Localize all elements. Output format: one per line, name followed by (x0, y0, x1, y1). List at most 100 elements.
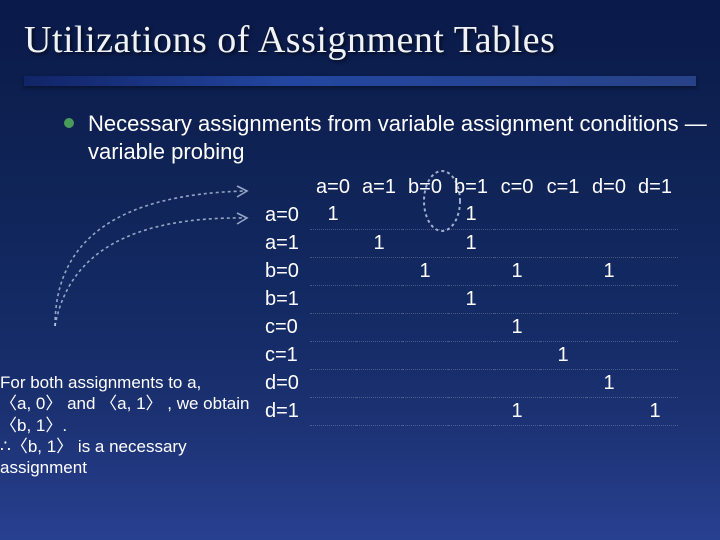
cell (540, 285, 586, 313)
cell: 1 (448, 201, 494, 229)
col-b1: b=1 (448, 173, 494, 201)
cell: 1 (448, 229, 494, 257)
cell (356, 201, 402, 229)
table-row: d=0 1 (262, 369, 678, 397)
table-row: a=0 1 1 (262, 201, 678, 229)
cell (310, 313, 356, 341)
cell (632, 369, 678, 397)
cell (448, 369, 494, 397)
cell (586, 229, 632, 257)
table-header-row: a=0 a=1 b=0 b=1 c=0 c=1 d=0 d=1 (262, 173, 678, 201)
table-row: a=1 1 1 (262, 229, 678, 257)
cell: 1 (310, 201, 356, 229)
col-c1: c=1 (540, 173, 586, 201)
cell (310, 285, 356, 313)
cell (494, 285, 540, 313)
cell (540, 313, 586, 341)
cell (586, 285, 632, 313)
col-b0: b=0 (402, 173, 448, 201)
assignment-table: a=0 a=1 b=0 b=1 c=0 c=1 d=0 d=1 a=0 1 1 (262, 173, 678, 426)
cell (494, 369, 540, 397)
cell (402, 201, 448, 229)
cell (632, 229, 678, 257)
cell (310, 369, 356, 397)
table-row: b=0 1 1 1 (262, 257, 678, 285)
slide-title: Utilizations of Assignment Tables (24, 18, 696, 62)
annot-line4-end: is a necessary (73, 437, 186, 456)
pointer-arrow-icon (45, 156, 275, 336)
cell (632, 257, 678, 285)
cell (402, 369, 448, 397)
annot-pair-a1: 〈a, 1〉 (100, 394, 162, 413)
row-a0: a=0 (262, 201, 310, 229)
cell: 1 (494, 397, 540, 425)
cell (402, 285, 448, 313)
row-b0: b=0 (262, 257, 310, 285)
cell (494, 201, 540, 229)
col-a1: a=1 (356, 173, 402, 201)
cell: 1 (586, 257, 632, 285)
cell: 1 (632, 397, 678, 425)
therefore-symbol: ∴ (0, 437, 11, 456)
cell (632, 313, 678, 341)
annot-line1: For both assignments to a, (0, 372, 250, 393)
cell: 1 (540, 341, 586, 369)
cell: 1 (402, 257, 448, 285)
table-row: c=1 1 (262, 341, 678, 369)
table-row: d=1 1 1 (262, 397, 678, 425)
cell (310, 397, 356, 425)
cell (402, 313, 448, 341)
cell (540, 257, 586, 285)
annot-line5: assignment (0, 457, 250, 478)
cell (310, 229, 356, 257)
annot-line2-end: , we obtain (163, 394, 250, 413)
row-c0: c=0 (262, 313, 310, 341)
cell (402, 229, 448, 257)
cell (402, 397, 448, 425)
cell (448, 341, 494, 369)
bullet-text: Necessary assignments from variable assi… (88, 110, 712, 165)
cell: 1 (586, 369, 632, 397)
cell (540, 201, 586, 229)
annot-pair-a0: 〈a, 0〉 (0, 394, 62, 413)
assignment-table-wrap: a=0 a=1 b=0 b=1 c=0 c=1 d=0 d=1 a=0 1 1 (262, 173, 712, 426)
col-d1: d=1 (632, 173, 678, 201)
annotation-text: For both assignments to a, 〈a, 0〉 and 〈a… (0, 372, 250, 478)
cell (586, 397, 632, 425)
annot-line3: 〈b, 1〉. (0, 415, 250, 436)
cell (540, 369, 586, 397)
cell (632, 201, 678, 229)
cell (310, 257, 356, 285)
annot-line4: ∴〈b, 1〉 is a necessary (0, 436, 250, 457)
cell (356, 369, 402, 397)
title-underline (24, 76, 696, 86)
bullet-item: Necessary assignments from variable assi… (36, 110, 712, 165)
col-c0: c=0 (494, 173, 540, 201)
cell (586, 313, 632, 341)
cell (586, 201, 632, 229)
bullet-dot-icon (64, 118, 74, 128)
row-d0: d=0 (262, 369, 310, 397)
cell: 1 (448, 285, 494, 313)
row-c1: c=1 (262, 341, 310, 369)
cell (356, 285, 402, 313)
col-d0: d=0 (586, 173, 632, 201)
cell (356, 397, 402, 425)
annot-line2: 〈a, 0〉 and 〈a, 1〉 , we obtain (0, 393, 250, 414)
cell (402, 341, 448, 369)
cell (310, 341, 356, 369)
cell (632, 341, 678, 369)
annot-mid: and (62, 394, 100, 413)
cell (586, 341, 632, 369)
cell (632, 285, 678, 313)
title-area: Utilizations of Assignment Tables (0, 0, 720, 70)
cell: 1 (494, 257, 540, 285)
cell (356, 341, 402, 369)
table-row: b=1 1 (262, 285, 678, 313)
cell: 1 (356, 229, 402, 257)
cell (540, 397, 586, 425)
row-d1: d=1 (262, 397, 310, 425)
cell (448, 397, 494, 425)
cell (356, 313, 402, 341)
cell (494, 229, 540, 257)
